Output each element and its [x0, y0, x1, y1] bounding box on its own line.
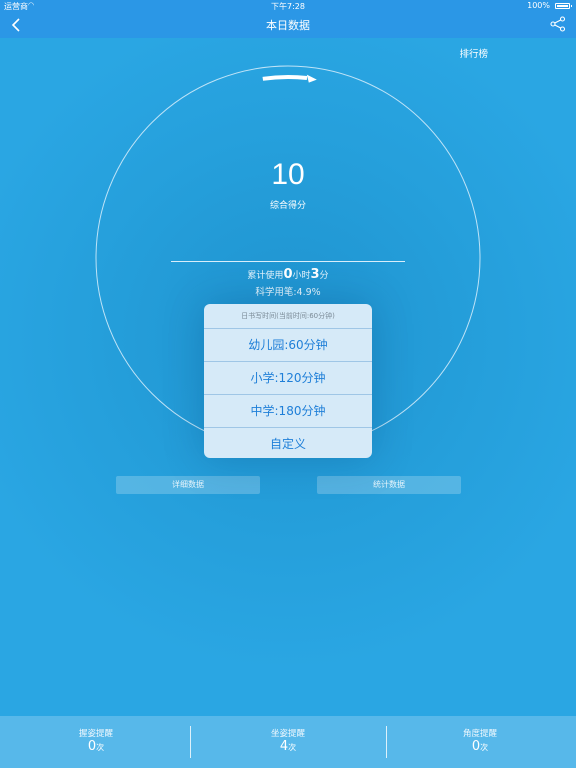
detail-data-button[interactable]: 详细数据 [116, 476, 260, 494]
stat-label: 握姿提醒 [78, 729, 113, 739]
option-middle[interactable]: 中学:180分钟 [204, 395, 372, 428]
posture-reminder-stat: 坐姿提醒 4次 [192, 716, 384, 768]
stat-number: 4 [279, 739, 289, 754]
battery-icon [555, 3, 572, 9]
option-custom[interactable]: 自定义 [204, 428, 372, 458]
nav-bar: 本日数据 [0, 12, 576, 38]
share-icon[interactable] [550, 16, 566, 32]
usage-prefix: 累计使用 [247, 271, 284, 281]
science-pen-rate: 科学用笔:4.9% [255, 287, 321, 298]
usage-minutes-unit: 分 [319, 271, 329, 281]
status-bar: 运营商 ◠ 下午7:28 100% [0, 0, 576, 12]
status-time: 下午7:28 [271, 2, 305, 11]
stat-number: 0 [471, 739, 481, 754]
stat-unit: 次 [288, 743, 297, 752]
ranking-link[interactable]: 排行榜 [459, 46, 488, 60]
score-label: 综合得分 [269, 201, 306, 211]
usage-minutes: 3 [310, 267, 320, 282]
grip-reminder-stat: 握姿提醒 0次 [0, 716, 192, 768]
stat-label: 角度提醒 [462, 729, 497, 739]
progress-arrow-icon [306, 74, 317, 83]
score-value: 10 [271, 158, 305, 191]
sheet-header: 日书写时间(当前时间:60分钟) [204, 304, 372, 329]
stat-value: 0次 [384, 739, 576, 754]
page-title: 本日数据 [266, 19, 310, 32]
stat-number: 0 [87, 739, 97, 754]
stats-data-button[interactable]: 统计数据 [317, 476, 461, 494]
stat-label: 坐姿提醒 [270, 729, 305, 739]
usage-summary: 累计使用0小时3分 [0, 267, 576, 282]
score-progress-arc [262, 75, 308, 81]
stat-unit: 次 [480, 743, 489, 752]
stat-unit: 次 [96, 743, 105, 752]
divider [171, 261, 405, 262]
writing-time-sheet: 日书写时间(当前时间:60分钟) 幼儿园:60分钟 小学:120分钟 中学:18… [204, 304, 372, 458]
bottom-stats-bar: 握姿提醒 0次 坐姿提醒 4次 角度提醒 0次 [0, 716, 576, 768]
stat-divider [190, 726, 191, 758]
battery-percent: 100% [527, 1, 550, 10]
stat-value: 0次 [0, 739, 192, 754]
angle-reminder-stat: 角度提醒 0次 [384, 716, 576, 768]
option-primary[interactable]: 小学:120分钟 [204, 362, 372, 395]
stat-value: 4次 [192, 739, 384, 754]
usage-hours-unit: 小时 [292, 271, 311, 281]
option-kindergarten[interactable]: 幼儿园:60分钟 [204, 329, 372, 362]
